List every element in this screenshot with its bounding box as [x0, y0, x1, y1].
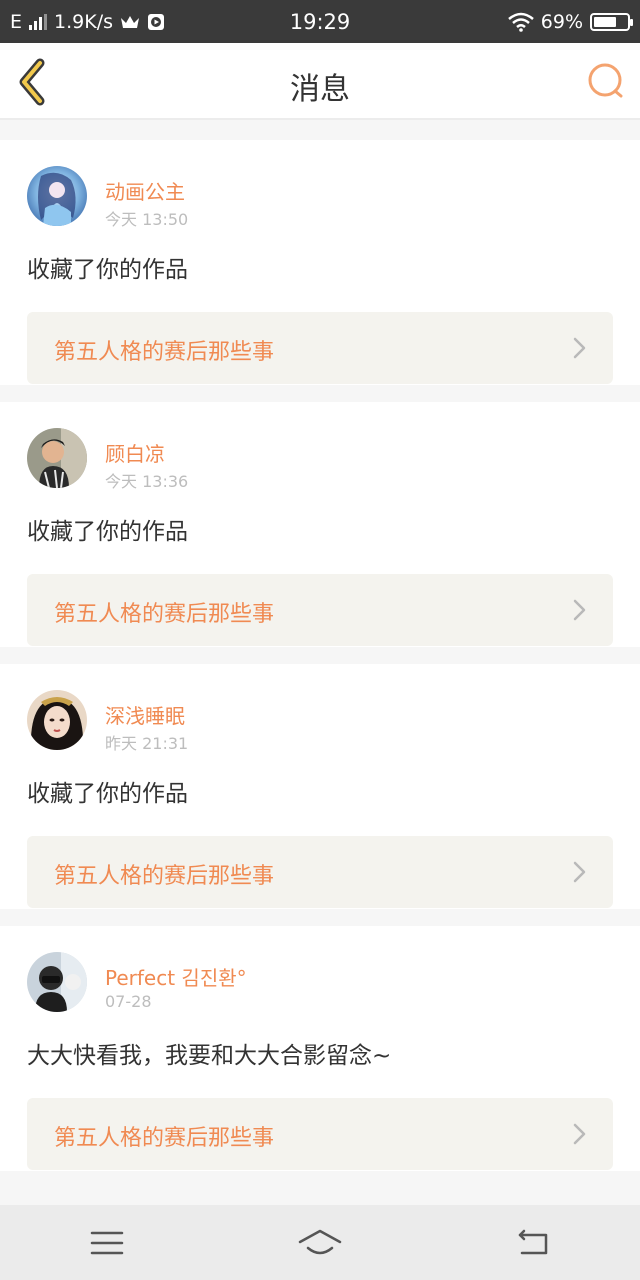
work-link[interactable]: 第五人格的赛后那些事	[27, 312, 613, 384]
menu-button[interactable]	[77, 1218, 137, 1268]
wifi-icon	[507, 12, 534, 32]
status-right: 69%	[507, 10, 633, 33]
menu-icon	[90, 1231, 123, 1254]
chevron-right-icon	[573, 337, 586, 359]
timestamp: 昨天 21:31	[105, 734, 189, 753]
battery-percent: 69%	[540, 10, 583, 33]
home-button[interactable]	[290, 1218, 350, 1268]
timestamp: 今天 13:36	[105, 472, 189, 491]
work-title: 第五人格的赛后那些事	[54, 864, 275, 889]
username[interactable]: 动画公主	[105, 176, 185, 205]
notification-card: Perfect 김진환° 07-28 大大快看我，我要和大大合影留念~ 第五人格…	[0, 926, 640, 1171]
signal-icon	[29, 13, 48, 30]
notification-text: 收藏了你的作品	[27, 781, 188, 807]
search-button[interactable]	[586, 61, 626, 101]
avatar[interactable]	[27, 952, 87, 1012]
avatar[interactable]	[27, 166, 87, 226]
work-title: 第五人格的赛后那些事	[54, 1126, 275, 1151]
status-left: E 1.9K/s	[10, 11, 165, 33]
notification-text: 收藏了你的作品	[27, 257, 188, 283]
battery-fill	[594, 16, 617, 27]
notification-text: 收藏了你的作品	[27, 519, 188, 545]
avatar[interactable]	[27, 690, 87, 750]
home-icon	[298, 1229, 342, 1254]
notification-card: 动画公主 今天 13:50 收藏了你的作品 第五人格的赛后那些事	[0, 140, 640, 385]
avatar[interactable]	[27, 428, 87, 488]
back-icon	[519, 1229, 548, 1254]
work-link[interactable]: 第五人格的赛后那些事	[27, 574, 613, 646]
search-icon	[588, 63, 623, 98]
work-link[interactable]: 第五人格的赛后那些事	[27, 836, 613, 908]
work-link[interactable]: 第五人格的赛后那些事	[27, 1098, 613, 1170]
chevron-right-icon	[573, 1123, 586, 1145]
timestamp: 07-28	[105, 992, 152, 1011]
work-title: 第五人格的赛后那些事	[54, 602, 275, 627]
header: 消息	[0, 43, 640, 120]
network-type: E	[10, 10, 23, 33]
timestamp: 今天 13:50	[105, 210, 189, 229]
chevron-right-icon	[573, 599, 586, 621]
work-title: 第五人格的赛后那些事	[54, 340, 275, 365]
username[interactable]: 深浅睡眠	[105, 700, 185, 729]
crown-icon	[121, 15, 139, 28]
back-nav-button[interactable]	[503, 1218, 563, 1268]
username[interactable]: 顾白凉	[105, 438, 165, 467]
chevron-right-icon	[573, 861, 586, 883]
system-nav-bar	[0, 1205, 640, 1280]
notification-list: 动画公主 今天 13:50 收藏了你的作品 第五人格的赛后那些事 顾白凉 今天 …	[0, 140, 640, 1188]
battery-icon	[590, 12, 633, 31]
page-title: 消息	[290, 72, 350, 107]
network-speed: 1.9K/s	[54, 10, 113, 33]
notification-card: 深浅睡眠 昨天 21:31 收藏了你的作品 第五人格的赛后那些事	[0, 664, 640, 909]
video-icon	[148, 13, 164, 30]
notification-text: 大大快看我，我要和大大合影留念~	[27, 1043, 392, 1069]
notification-card: 顾白凉 今天 13:36 收藏了你的作品 第五人格的赛后那些事	[0, 402, 640, 647]
status-bar: E 1.9K/s 19:29 69%	[0, 0, 640, 43]
username[interactable]: Perfect 김진환°	[105, 962, 247, 991]
